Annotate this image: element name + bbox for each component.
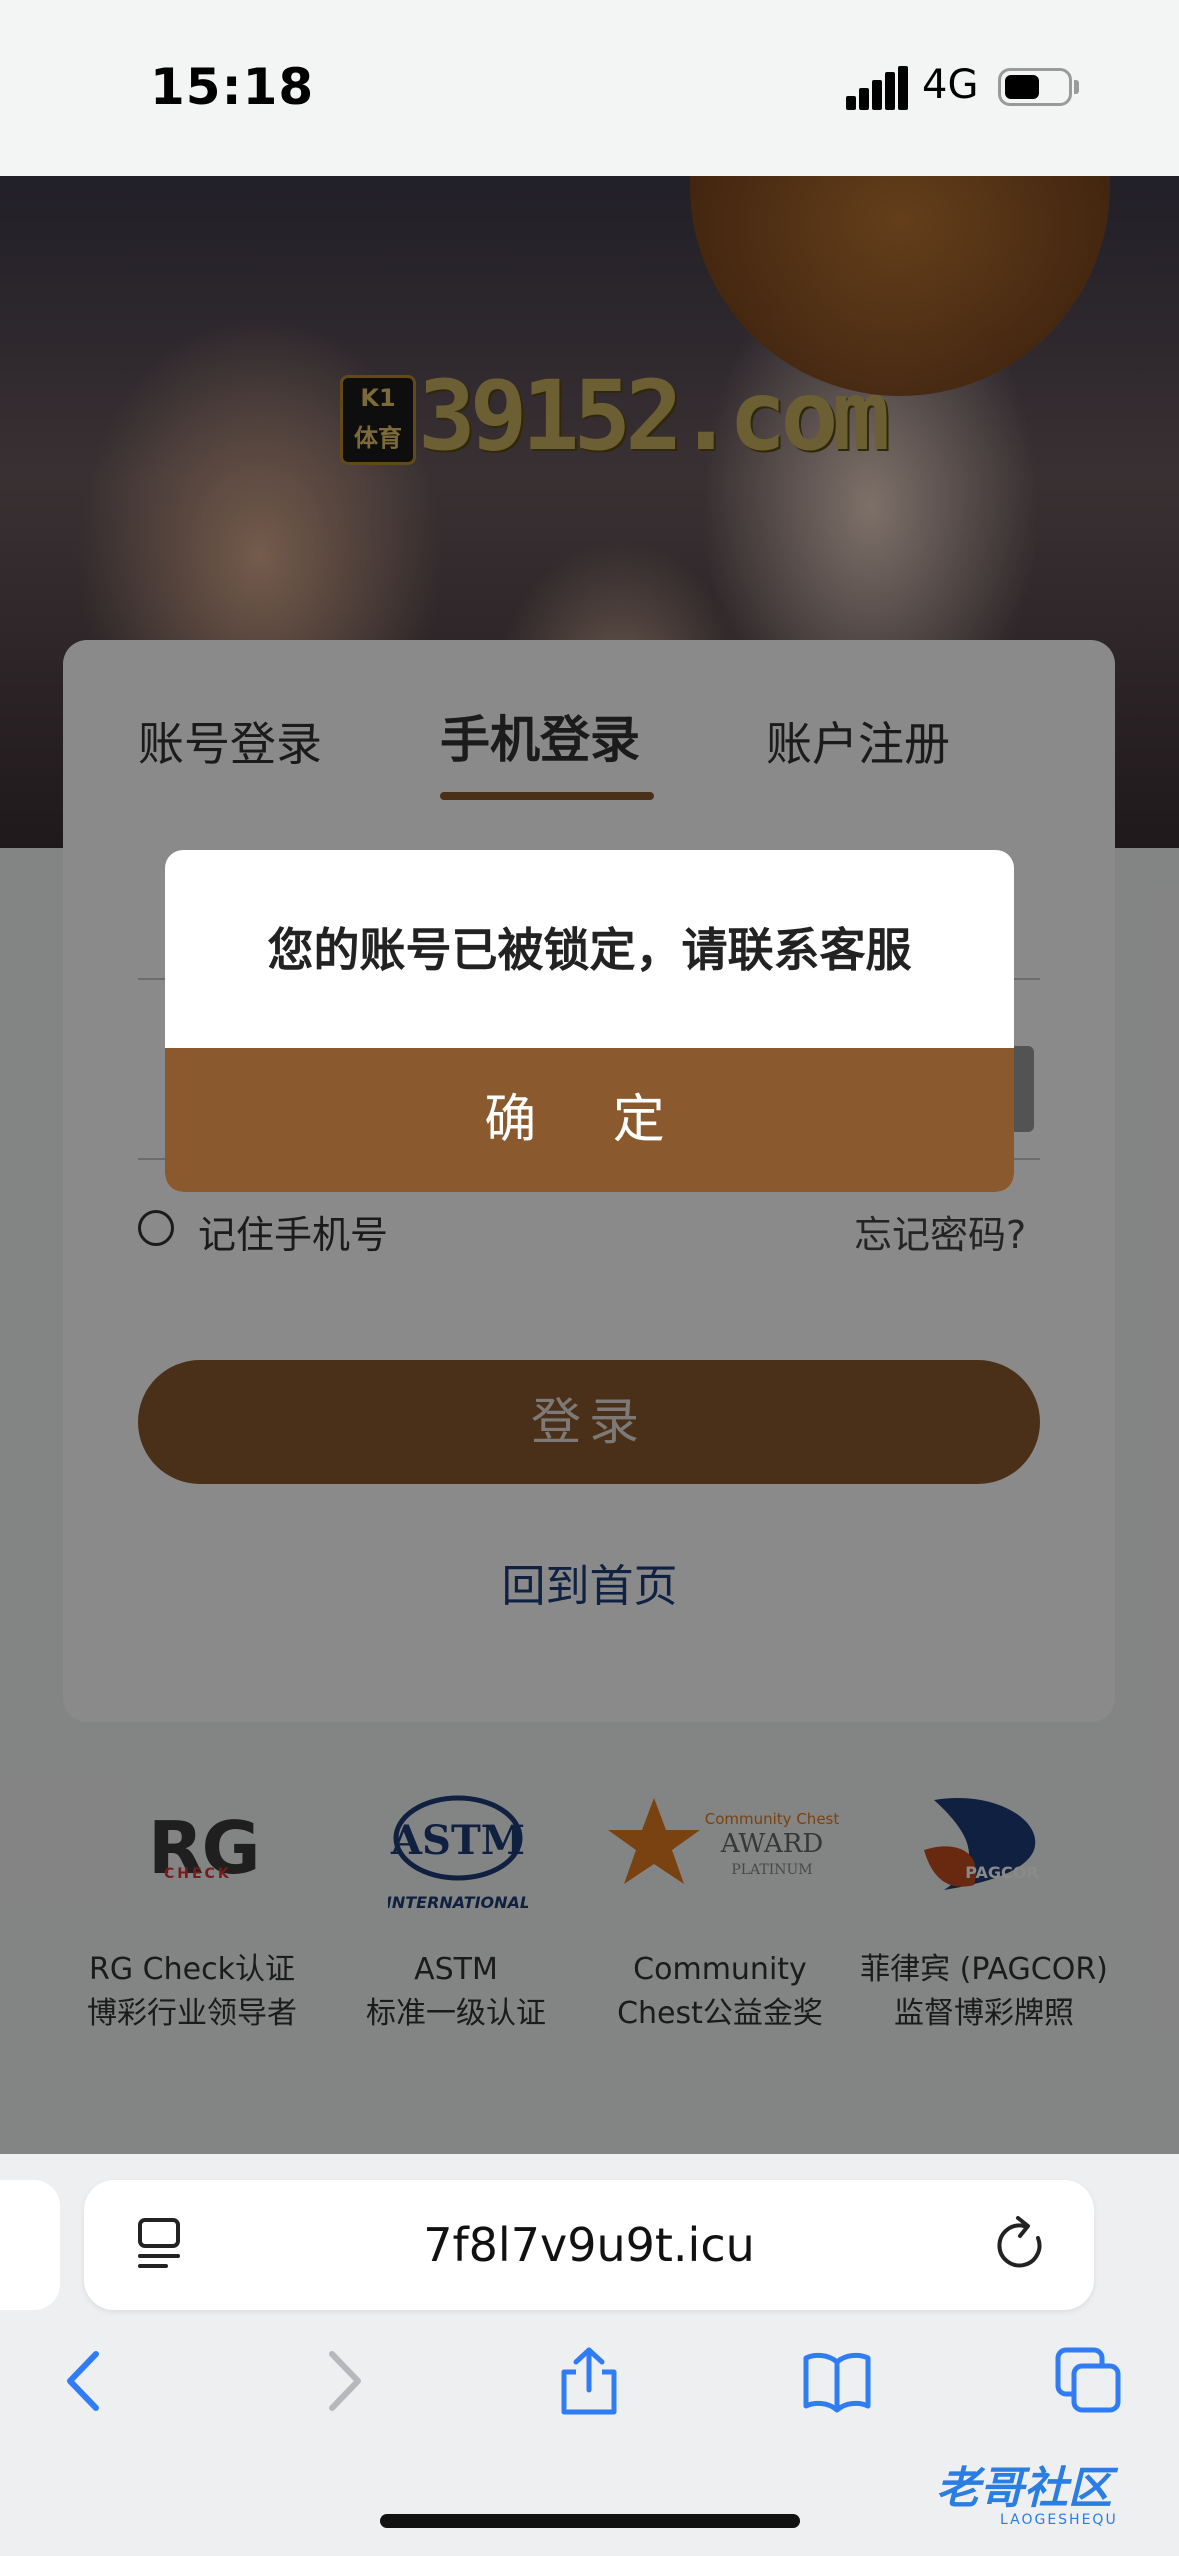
bookmarks-icon[interactable] [802,2346,872,2416]
battery-icon [998,68,1072,106]
address-bar[interactable]: 7f8l7v9u9t.icu [84,2180,1094,2310]
home-indicator [380,2514,800,2528]
tabs-icon[interactable] [1054,2346,1124,2416]
clock: 15:18 [150,58,315,116]
account-locked-dialog: 您的账号已被锁定，请联系客服 确 定 [165,850,1014,1192]
back-icon[interactable] [52,2346,122,2416]
watermark-logo: 老哥社区 [936,2463,1112,2514]
network-type: 4G [922,62,979,108]
battery-tip [1074,80,1079,94]
url-text[interactable]: 7f8l7v9u9t.icu [84,2218,1094,2272]
reload-icon[interactable] [994,2214,1050,2274]
previous-tab-preview[interactable] [0,2180,60,2310]
forward-icon[interactable] [306,2346,376,2416]
dialog-confirm-button[interactable]: 确 定 [165,1048,1014,1192]
share-icon[interactable] [554,2346,624,2416]
signal-icon [846,66,908,110]
dialog-message: 您的账号已被锁定，请联系客服 [267,923,912,977]
watermark-sub: LAOGESHEQU [1000,2512,1118,2528]
